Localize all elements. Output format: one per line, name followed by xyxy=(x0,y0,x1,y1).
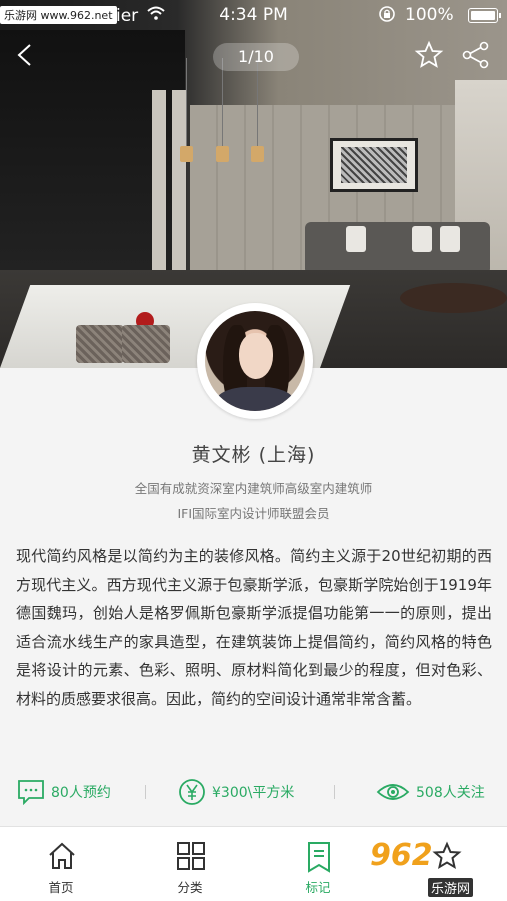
tab-bookmarks[interactable]: 标记 xyxy=(258,827,378,901)
appointments-stat[interactable]: 80人预约 xyxy=(17,777,111,807)
chat-bubble-icon xyxy=(18,780,44,805)
hero-sofa xyxy=(305,222,490,272)
avatar-face xyxy=(239,333,273,379)
price-value: ¥300\平方米 xyxy=(212,785,295,801)
designer-avatar[interactable] xyxy=(197,303,313,419)
hero-panel xyxy=(172,90,186,290)
watermark-site-name: 乐游网 xyxy=(428,878,474,897)
followers-stat[interactable]: 508人关注 xyxy=(376,777,485,807)
price-stat[interactable]: ¥300\平方米 xyxy=(178,777,294,807)
avatar-body xyxy=(215,387,295,411)
chevron-left-icon xyxy=(17,44,31,66)
designer-bio: 现代简约风格是以简约为主的装修风格。简约主义源于20世纪初期的西方现代主义。西方… xyxy=(16,547,492,708)
tab-label: 标记 xyxy=(305,880,331,895)
hero-pillow xyxy=(412,226,432,252)
hero-pillow xyxy=(346,226,366,252)
designer-title: 全国有成就资深室内建筑师高级室内建筑师 xyxy=(134,481,373,496)
yen-circle-icon xyxy=(179,779,205,805)
share-button[interactable] xyxy=(461,40,491,70)
eye-icon xyxy=(376,784,410,800)
grid-icon xyxy=(177,842,205,870)
share-icon xyxy=(462,41,489,69)
stats-row: 80人预约 ¥300\平方米 508人关注 xyxy=(0,765,507,820)
bookmark-icon xyxy=(308,842,330,873)
hero-coffee-table xyxy=(400,283,507,313)
tab-categories[interactable]: 分类 xyxy=(130,827,250,901)
watermark-top: 乐游网 www.962.net xyxy=(0,6,117,24)
image-pager: 1/10 xyxy=(213,43,299,71)
watermark-logo-text: 962 xyxy=(370,838,433,873)
hero-painting xyxy=(330,138,418,192)
tab-label: 首页 xyxy=(48,880,74,895)
divider xyxy=(334,785,335,799)
watermark-logo: 962 乐游网 xyxy=(370,838,500,897)
designer-name: 黄文彬 (上海) xyxy=(191,444,316,466)
favorite-button[interactable] xyxy=(414,40,444,70)
hero-lamp xyxy=(180,58,193,162)
tab-label: 分类 xyxy=(177,880,203,895)
designer-membership: IFI国际室内设计师联盟会员 xyxy=(177,506,330,521)
appointments-count: 80人预约 xyxy=(51,785,111,801)
hero-placemat xyxy=(76,325,124,363)
home-icon xyxy=(49,842,75,869)
divider xyxy=(145,785,146,799)
hero-placemat xyxy=(122,325,170,363)
star-outline-icon xyxy=(414,40,444,68)
tab-home[interactable]: 首页 xyxy=(1,827,121,901)
hero-pillow xyxy=(440,226,460,252)
avatar-photo xyxy=(205,311,305,411)
followers-count: 508人关注 xyxy=(416,785,485,801)
hero-panel xyxy=(152,90,166,290)
battery-percentage: 100% xyxy=(405,5,454,25)
hero-lamp xyxy=(251,58,264,162)
battery-icon xyxy=(468,8,501,23)
back-button[interactable] xyxy=(10,40,40,70)
rotation-lock-icon xyxy=(378,5,396,27)
hero-lamp xyxy=(216,58,229,162)
